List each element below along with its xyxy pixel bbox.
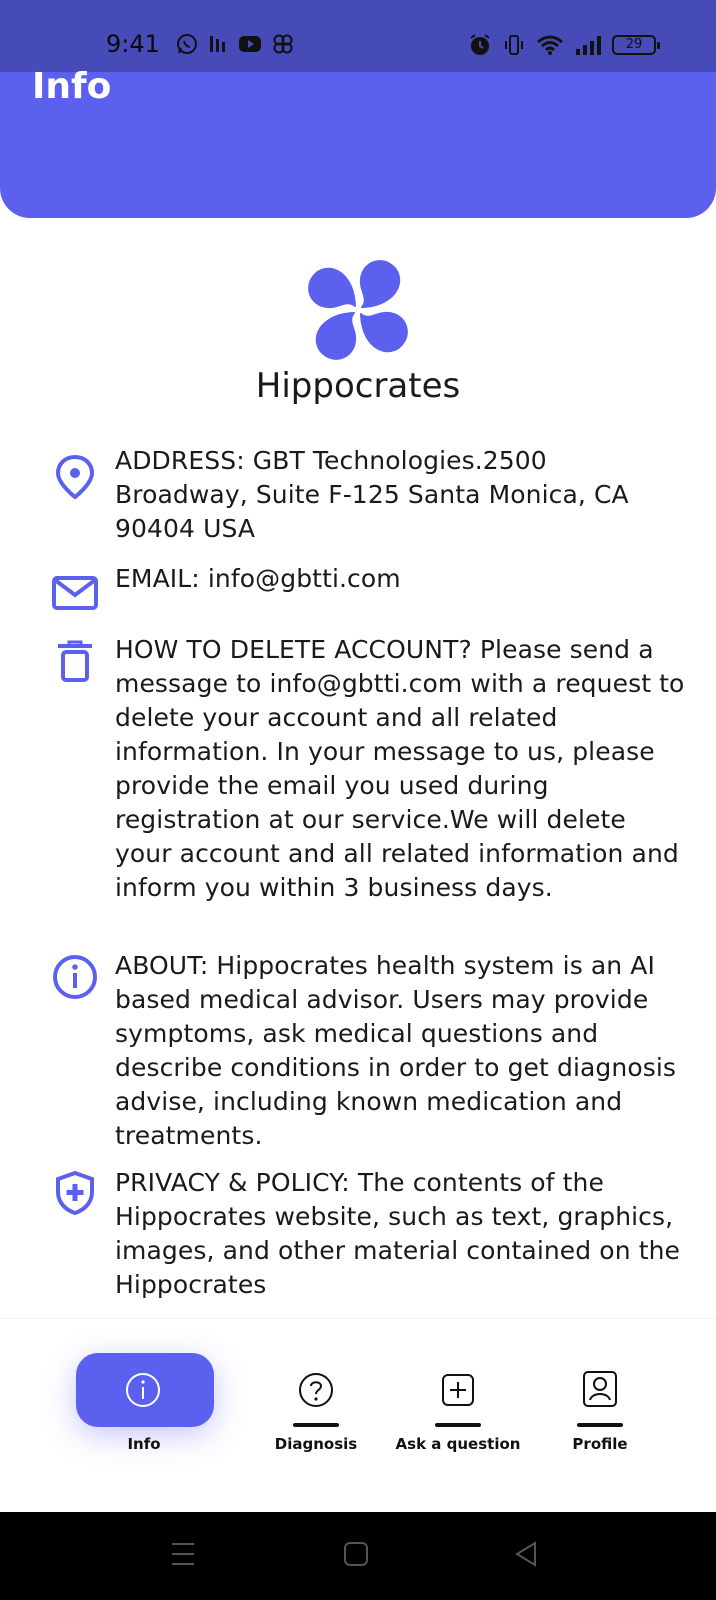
cell-signal-icon — [576, 36, 601, 55]
profile-icon — [583, 1371, 617, 1407]
back-icon[interactable] — [513, 1540, 539, 1568]
nav-underline-diagnosis — [293, 1423, 339, 1427]
wifi-icon — [537, 35, 563, 55]
location-pin-icon — [55, 454, 95, 500]
nav-item-info[interactable]: Info — [64, 1319, 224, 1513]
system-navigation-bar — [0, 1512, 716, 1600]
nav-item-diagnosis[interactable]: Diagnosis — [236, 1319, 396, 1513]
menu-icon[interactable] — [170, 1540, 196, 1568]
info-circle-icon — [53, 955, 97, 999]
pinwheel-icon — [273, 34, 293, 54]
address-text: ADDRESS: GBT Technologies.2500 Broadway,… — [115, 446, 629, 543]
nav-label-info: Info — [127, 1435, 161, 1453]
nav-item-ask-question[interactable]: Ask a question — [378, 1319, 538, 1513]
nav-item-profile[interactable]: Profile — [520, 1319, 680, 1513]
home-icon[interactable] — [343, 1540, 369, 1568]
nav-underline-ask-question — [435, 1423, 481, 1427]
plus-square-icon — [442, 1374, 474, 1406]
nav-label-profile: Profile — [572, 1435, 628, 1453]
nav-label-diagnosis: Diagnosis — [274, 1435, 358, 1453]
status-right-icons: 29 — [468, 33, 660, 57]
question-icon — [299, 1373, 333, 1407]
status-time: 9:41 — [106, 30, 160, 58]
shield-plus-icon — [56, 1170, 94, 1216]
whatsapp-icon — [177, 34, 197, 54]
email-text[interactable]: EMAIL: info@gbtti.com — [115, 562, 685, 596]
signal-speed-icon — [210, 36, 225, 52]
delete-account-text: HOW TO DELETE ACCOUNT? Please send a mes… — [115, 635, 685, 902]
trash-icon — [58, 640, 92, 682]
alarm-icon — [470, 34, 490, 55]
youtube-icon — [239, 36, 261, 52]
about-text: ABOUT: Hippocrates health system is an A… — [115, 951, 677, 1150]
page-title: Info — [32, 66, 112, 107]
nav-label-ask-question: Ask a question — [395, 1435, 521, 1453]
battery-indicator: 29 — [612, 35, 660, 55]
info-icon — [126, 1373, 160, 1407]
status-left-icons — [176, 33, 294, 55]
nav-underline-profile — [577, 1423, 623, 1427]
pinwheel-logo-icon — [308, 260, 408, 360]
vibrate-icon — [505, 35, 523, 55]
info-content[interactable]: Hippocrates ADDRESS: GBT Technologies.25… — [0, 218, 716, 1320]
app-name: Hippocrates — [255, 366, 461, 406]
bottom-navigation: Info Diagnosis Ask a question Profile — [0, 1318, 716, 1512]
privacy-text: PRIVACY & POLICY: The contents of the Hi… — [115, 1168, 681, 1299]
email-icon — [52, 576, 98, 610]
page-header: Info — [0, 66, 716, 218]
